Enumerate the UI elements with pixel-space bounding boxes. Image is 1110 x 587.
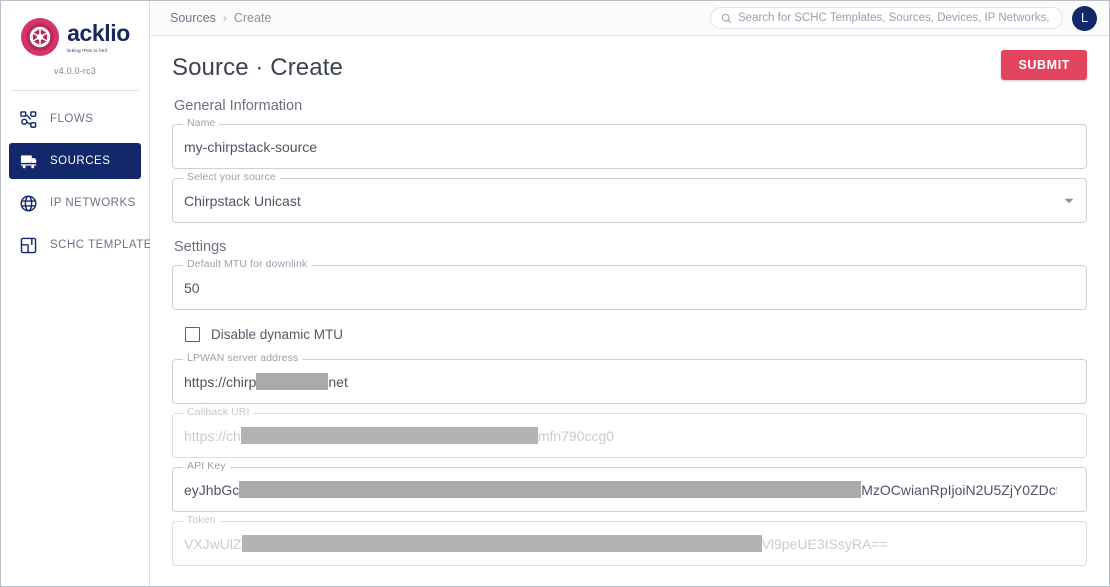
disable-dynamic-mtu-row[interactable]: Disable dynamic MTU xyxy=(185,319,1087,349)
value-suffix: Vl9peUE3ISsyRA== xyxy=(761,535,888,552)
breadcrumb-sources[interactable]: Sources xyxy=(170,11,216,25)
sidebar-item-sources[interactable]: SOURCES xyxy=(9,143,141,179)
main-area: Sources › Create Search for SCHC Templat… xyxy=(150,1,1109,586)
search-input[interactable]: Search for SCHC Templates, Sources, Devi… xyxy=(710,7,1063,29)
sidebar-item-label: FLOWS xyxy=(50,113,94,125)
page-header: Source · Create SUBMIT xyxy=(172,50,1087,82)
sidebar-item-ip-networks[interactable]: IP NETWORKS xyxy=(9,185,141,221)
callback-uri-field: Callback URI https://ch mfn790ccg0 xyxy=(172,407,1087,458)
sidebar-divider xyxy=(11,90,139,91)
breadcrumb: Sources › Create xyxy=(170,11,271,25)
disable-dynamic-mtu-label: Disable dynamic MTU xyxy=(211,326,344,342)
sidebar-item-label: SOURCES xyxy=(50,155,111,167)
sidebar-item-flows[interactable]: FLOWS xyxy=(9,101,141,137)
redaction-bar xyxy=(239,481,862,498)
sidebar-item-label: SCHC TEMPLATES xyxy=(50,239,161,251)
name-field[interactable]: Name my-chirpstack-source xyxy=(172,118,1087,169)
source-select-value: Chirpstack Unicast xyxy=(184,192,301,209)
value-prefix: https://ch xyxy=(184,427,241,444)
flows-icon xyxy=(19,110,38,129)
sources-icon xyxy=(19,152,38,171)
default-mtu-value: 50 xyxy=(184,279,200,296)
app-version: v4.0.0-rc3 xyxy=(53,66,97,76)
lpwan-server-address-value: https://chirp net xyxy=(184,359,1057,404)
redaction-bar xyxy=(240,427,538,444)
brand-name: acklio xyxy=(67,19,130,46)
avatar[interactable]: L xyxy=(1072,5,1097,31)
api-key-field[interactable]: API Key eyJhbGc MzOCwianRpIjoiN2U5ZjY0ZD… xyxy=(172,461,1087,512)
search-placeholder: Search for SCHC Templates, Sources, Devi… xyxy=(738,12,1052,24)
value-suffix: net xyxy=(328,373,348,390)
source-select[interactable]: Select your source Chirpstack Unicast xyxy=(172,172,1087,223)
search-icon xyxy=(721,13,732,24)
topbar-right: Search for SCHC Templates, Sources, Devi… xyxy=(710,5,1097,31)
globe-icon xyxy=(19,194,38,213)
redaction-bar xyxy=(241,535,762,552)
sidebar: acklio linking IPv6 to hell v4.0.0-rc3 F… xyxy=(1,1,160,586)
breadcrumb-separator: › xyxy=(222,11,227,25)
disable-dynamic-mtu-checkbox[interactable] xyxy=(185,326,200,342)
section-general-information: General Information xyxy=(174,98,303,114)
submit-button[interactable]: SUBMIT xyxy=(1001,50,1087,80)
lpwan-server-address-field[interactable]: LPWAN server address https://chirp net xyxy=(172,353,1087,404)
token-value: VXJwUlZ Vl9peUE3ISsyRA== xyxy=(184,521,1057,566)
section-settings: Settings xyxy=(174,239,227,255)
acklio-logo-icon xyxy=(20,17,60,57)
brand-block: acklio linking IPv6 to hell v4.0.0-rc3 xyxy=(1,1,149,86)
app-window: acklio linking IPv6 to hell v4.0.0-rc3 F… xyxy=(0,0,1110,587)
value-prefix: eyJhbGc xyxy=(184,481,240,498)
breadcrumb-create: Create xyxy=(233,11,272,25)
brand-tagline: linking IPv6 to hell xyxy=(66,47,108,53)
template-icon xyxy=(19,236,38,255)
sidebar-item-schc-templates[interactable]: SCHC TEMPLATES xyxy=(9,227,160,263)
page-title: Source · Create xyxy=(172,54,343,81)
api-key-value: eyJhbGc MzOCwianRpIjoiN2U5ZjY0ZDctNWU2 xyxy=(184,467,1057,512)
page-content: Source · Create SUBMIT General Informati… xyxy=(150,36,1109,586)
value-prefix: https://chirp xyxy=(184,373,257,390)
default-mtu-field[interactable]: Default MTU for downlink 50 xyxy=(172,259,1087,310)
value-suffix: mfn790ccg0 xyxy=(537,427,615,444)
top-bar: Sources › Create Search for SCHC Templat… xyxy=(150,1,1109,36)
redaction-bar xyxy=(256,373,329,390)
value-suffix: MzOCwianRpIjoiN2U5ZjY0ZDctNWU2 xyxy=(861,481,1057,498)
sidebar-item-label: IP NETWORKS xyxy=(50,197,136,209)
sidebar-nav: FLOWS SOURCES IP NETWORKS SCHC TEMPLATES xyxy=(1,101,160,269)
callback-uri-value: https://ch mfn790ccg0 xyxy=(184,413,1057,458)
token-field: Token VXJwUlZ Vl9peUE3ISsyRA== xyxy=(172,515,1087,566)
value-prefix: VXJwUlZ xyxy=(184,535,242,552)
name-field-value: my-chirpstack-source xyxy=(184,138,318,155)
